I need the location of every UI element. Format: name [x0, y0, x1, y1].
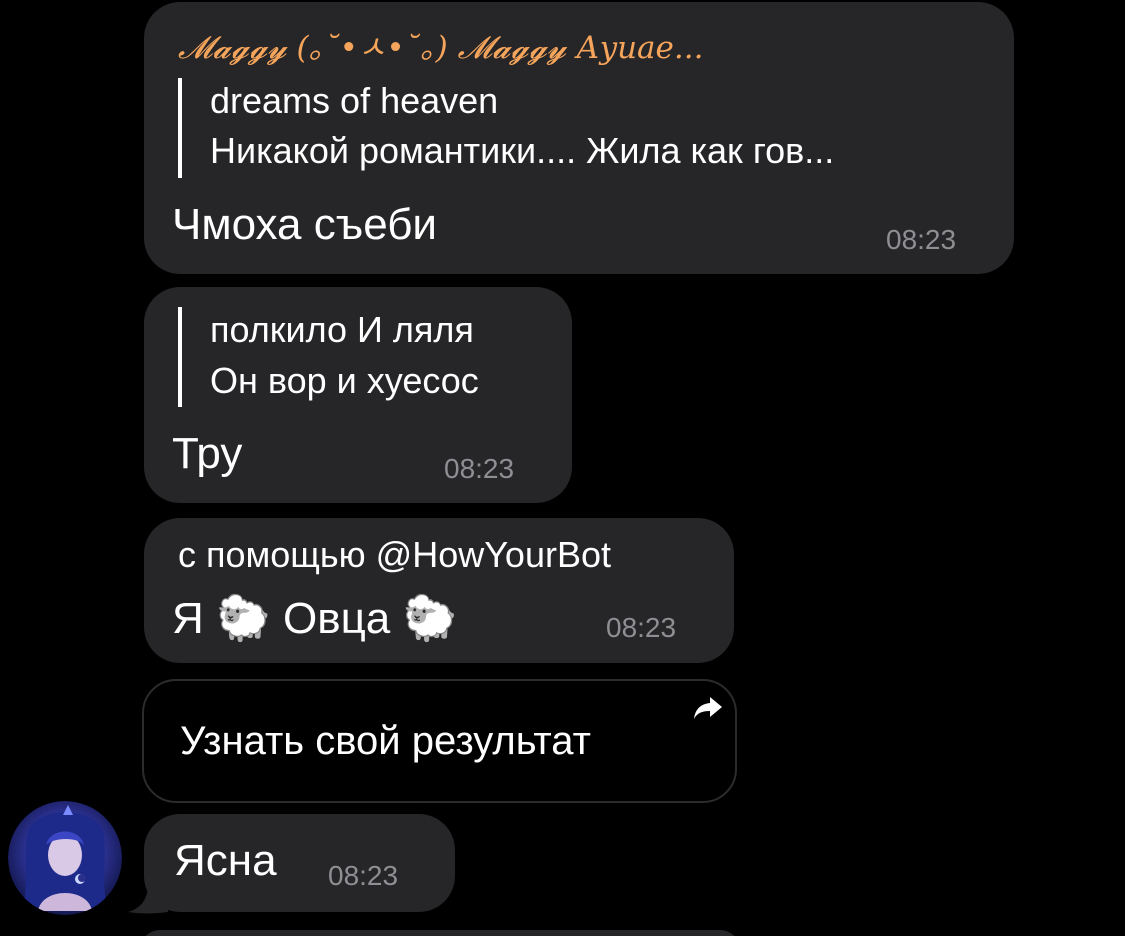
message-time: 08:23 — [328, 860, 399, 891]
user-avatar[interactable] — [8, 801, 122, 915]
reply-preview[interactable]: полкило И ляля Он вор и хуесос — [178, 307, 479, 407]
message-time: 08:23 — [886, 224, 957, 255]
message-bubble[interactable]: 𝓜𝓪𝓰𝓰𝔂 (｡˘•ㅅ•˘｡) 𝓜𝓪𝓰𝓰𝔂 Аyuae... dreams of… — [144, 2, 1014, 274]
message-bubble[interactable]: полкило И ляля Он вор и хуесос Тру 08:23 — [144, 287, 572, 503]
message-text: Тру — [172, 429, 243, 478]
avatar-icon — [8, 801, 122, 915]
message-bubble[interactable]: с помощью @HowYourBot Я 🐑 Овца 🐑 08:23 — [144, 518, 734, 663]
reply-snippet: Он вор и хуесос — [210, 360, 479, 401]
via-bot-label[interactable]: с помощью @HowYourBot — [178, 534, 611, 576]
reply-author: dreams of heaven — [210, 80, 499, 121]
inline-result-button[interactable]: Узнать свой результат — [142, 679, 737, 803]
message-time: 08:23 — [606, 612, 677, 643]
message-text: Чмоха съеби — [172, 200, 438, 249]
inline-button-label: Узнать свой результат — [180, 719, 591, 763]
next-message-bubble[interactable] — [140, 930, 740, 936]
chat-view: 𝓜𝓪𝓰𝓰𝔂 (｡˘•ㅅ•˘｡) 𝓜𝓪𝓰𝓰𝔂 Аyuae... dreams of… — [0, 0, 1125, 936]
message-time: 08:23 — [444, 453, 515, 484]
message-bubble[interactable]: Ясна 08:23 — [144, 814, 455, 912]
message-text: Я 🐑 Овца 🐑 — [172, 594, 458, 643]
message-text: Ясна — [174, 836, 277, 885]
sender-name[interactable]: 𝓜𝓪𝓰𝓰𝔂 (｡˘•ㅅ•˘｡) 𝓜𝓪𝓰𝓰𝔂 Аyuae... — [178, 22, 703, 67]
reply-preview[interactable]: dreams of heaven Никакой романтики.... Ж… — [178, 78, 834, 178]
bubble-tail — [128, 884, 168, 914]
share-arrow-icon — [694, 697, 722, 719]
reply-snippet: Никакой романтики.... Жила как гов... — [210, 130, 835, 171]
reply-author: полкило И ляля — [210, 309, 474, 350]
